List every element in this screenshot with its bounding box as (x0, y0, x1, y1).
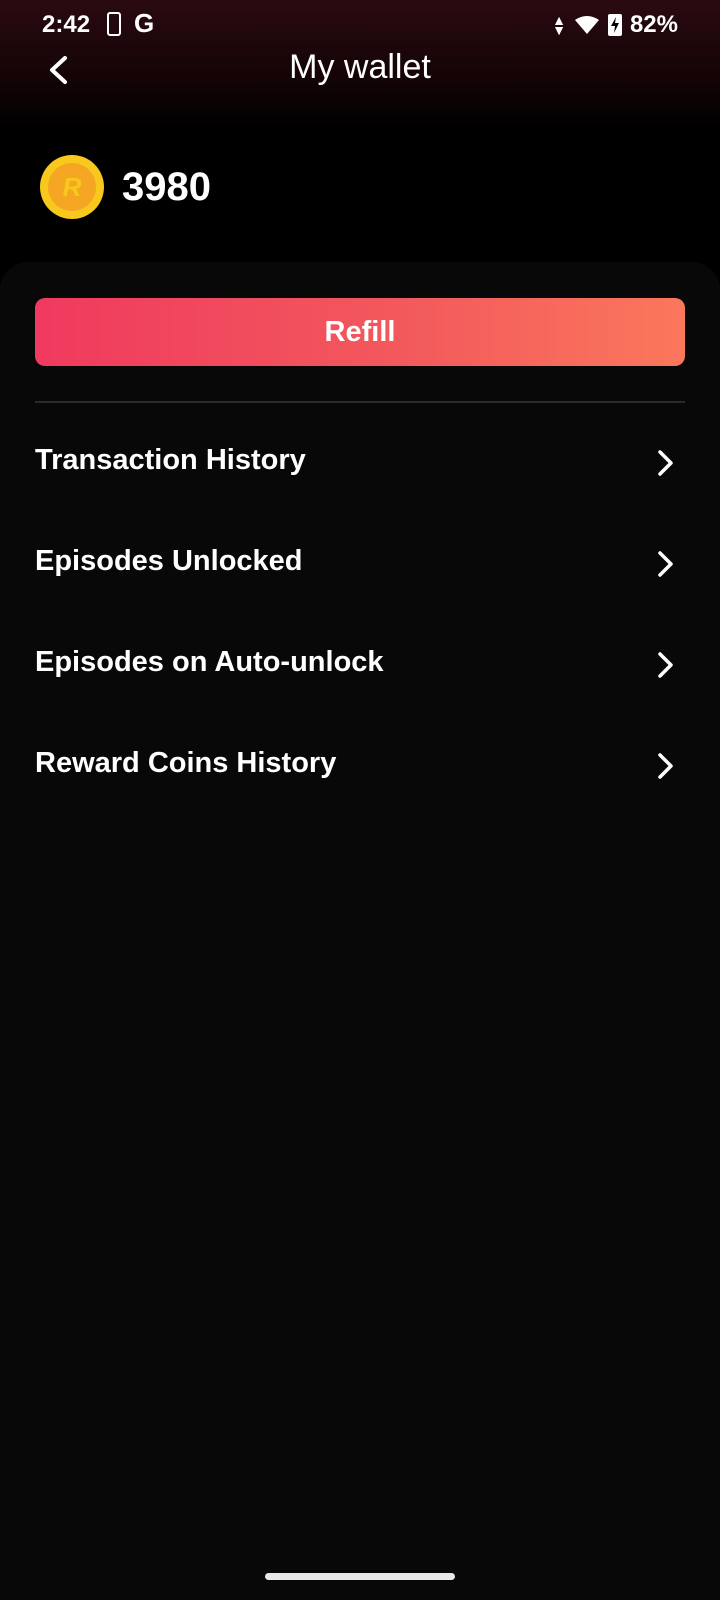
wallet-menu: Transaction History Episodes Unlocked Ep… (0, 413, 720, 817)
divider (35, 401, 685, 403)
home-indicator[interactable] (265, 1573, 455, 1580)
menu-item-label: Reward Coins History (35, 747, 337, 779)
coin-icon: R (40, 155, 104, 219)
refill-button[interactable]: Refill (35, 298, 685, 366)
chevron-right-icon (658, 652, 673, 678)
menu-item-episodes-auto-unlock[interactable]: Episodes on Auto-unlock (0, 615, 720, 716)
battery-percent: 82% (629, 11, 678, 38)
status-right: ▲ ▼ 82% (552, 11, 678, 39)
wallet-panel: Refill Transaction History Episodes Unlo… (0, 262, 720, 1600)
g-icon: G (134, 8, 155, 38)
menu-item-transaction-history[interactable]: Transaction History (0, 413, 720, 514)
page-title: My wallet (289, 48, 431, 86)
chevron-right-icon (658, 551, 673, 577)
chevron-right-icon (658, 753, 673, 779)
battery-charging-icon (607, 14, 622, 36)
phone-icon (107, 12, 121, 36)
app-bar: My wallet (0, 44, 720, 100)
chevron-right-icon (658, 450, 673, 476)
menu-item-reward-coins-history[interactable]: Reward Coins History (0, 716, 720, 817)
wifi-icon (574, 16, 599, 34)
status-time: 2:42 (42, 11, 91, 38)
status-bar: 2:42 G ▲ ▼ 82% (0, 0, 720, 50)
menu-item-label: Episodes Unlocked (35, 545, 303, 577)
menu-item-label: Episodes on Auto-unlock (35, 646, 384, 678)
coin-balance: R 3980 (40, 155, 211, 219)
data-arrows-icon: ▲ ▼ (552, 12, 566, 38)
coin-amount: 3980 (122, 164, 211, 209)
menu-item-episodes-unlocked[interactable]: Episodes Unlocked (0, 514, 720, 615)
menu-item-label: Transaction History (35, 444, 306, 476)
coin-letter: R (63, 172, 82, 202)
